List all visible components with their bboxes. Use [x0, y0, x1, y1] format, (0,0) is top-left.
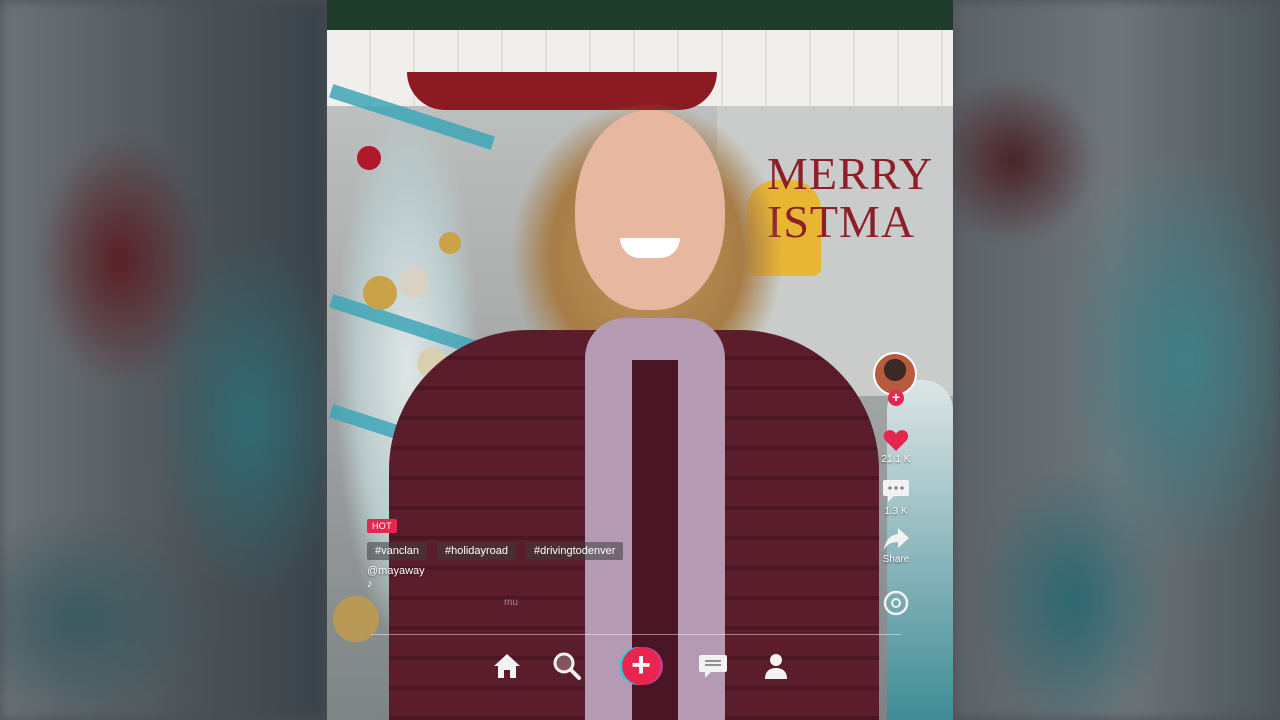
like-button[interactable]: 21.1 K: [867, 428, 925, 465]
home-icon: [494, 654, 520, 678]
hashtag[interactable]: #vanclan: [367, 542, 428, 560]
share-button[interactable]: Share: [867, 526, 925, 565]
comment-button[interactable]: 1.3 K: [867, 478, 925, 517]
profile-icon: [765, 654, 787, 679]
nav-divider: [371, 634, 901, 635]
person-face: [575, 110, 725, 310]
comment-count: 1.3 K: [884, 506, 908, 517]
create-plus: +: [631, 646, 651, 684]
music-note-icon: ♪: [367, 578, 373, 590]
bottom-nav: +: [487, 646, 797, 690]
ornament: [357, 146, 381, 170]
music-disc-icon: [883, 590, 909, 616]
hot-badge: HOT: [367, 519, 397, 533]
nav-home[interactable]: [487, 646, 527, 686]
follow-button[interactable]: +: [888, 390, 904, 406]
caption-block: HOT #vanclan #holidayroad #drivingtodenv…: [367, 516, 687, 590]
nav-messages[interactable]: [693, 646, 733, 686]
create-icon: +: [622, 647, 660, 685]
nav-profile[interactable]: [756, 646, 796, 686]
messages-icon: [699, 655, 727, 678]
music-title[interactable]: mu: [504, 597, 518, 608]
hashtag[interactable]: #drivingtodenver: [526, 542, 624, 560]
backdrop-right: [953, 0, 1280, 720]
ornament: [363, 276, 397, 310]
nav-search[interactable]: [547, 646, 587, 686]
hashtag-list: #vanclan #holidayroad #drivingtodenver: [367, 542, 687, 560]
music-disc-button[interactable]: [867, 590, 925, 616]
heart-icon: [883, 430, 909, 451]
share-label: Share: [882, 554, 910, 565]
search-icon: [553, 652, 581, 680]
video-player[interactable]: MERRY ISTMA + 21.1 K 1.3 K Share HOT #va…: [327, 0, 953, 720]
comment-icon: [883, 480, 909, 502]
creator-username[interactable]: @mayaway: [367, 565, 687, 577]
share-arrow-icon: [884, 528, 909, 550]
backdrop-left: [0, 0, 327, 720]
ornament: [399, 268, 429, 298]
like-count: 21.1 K: [881, 454, 911, 465]
ornament: [333, 596, 379, 642]
nav-create[interactable]: +: [621, 646, 661, 686]
hashtag[interactable]: #holidayroad: [437, 542, 517, 560]
